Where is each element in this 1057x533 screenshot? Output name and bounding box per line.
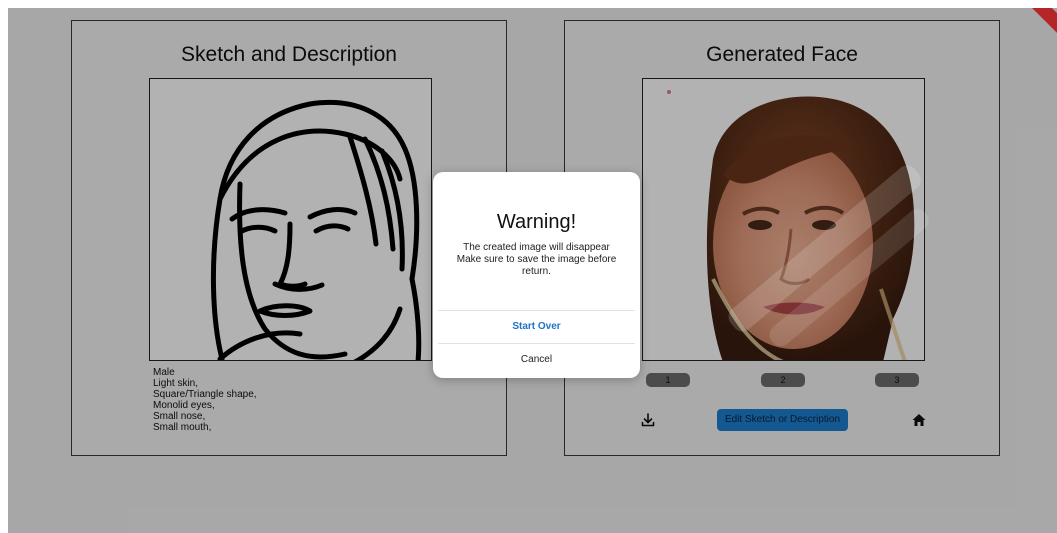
dialog-message-line: return. xyxy=(522,266,551,277)
dialog-message-line: Make sure to save the image before xyxy=(456,254,617,265)
start-over-button[interactable]: Start Over xyxy=(438,311,635,343)
cancel-button[interactable]: Cancel xyxy=(438,344,635,376)
app-root: Sketch and Description Male Light skin, … xyxy=(8,8,1057,533)
dialog-message-line: The created image will disappear xyxy=(463,242,610,253)
dialog-title: Warning! xyxy=(496,211,577,233)
warning-dialog: Warning! The created image will disappea… xyxy=(433,172,640,378)
dialog-message: The created image will disappear Make su… xyxy=(447,242,626,278)
